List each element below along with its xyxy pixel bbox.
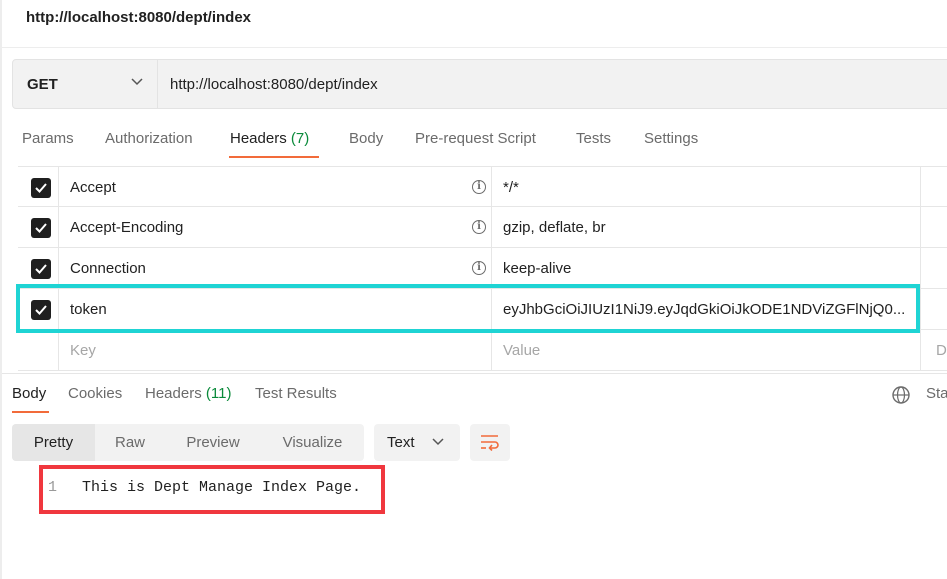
info-icon[interactable]: i (472, 180, 486, 194)
column-divider (920, 289, 921, 329)
response-highlight-box (39, 465, 385, 514)
tab-settings[interactable]: Settings (644, 130, 698, 147)
method-label: GET (27, 76, 58, 93)
url-bar: GET http://localhost:8080/dept/index (12, 59, 947, 109)
header-key[interactable]: Accept (70, 179, 116, 196)
header-key[interactable]: Connection (70, 260, 146, 277)
tab-cookies[interactable]: Cookies (68, 385, 122, 402)
tab-label: Tests (576, 130, 612, 147)
wrap-lines-button[interactable] (470, 424, 510, 461)
response-headers-count: (11) (205, 385, 232, 402)
tab-tests[interactable]: Tests (576, 130, 611, 147)
view-mode-toggle: Pretty Raw Preview Visualize (12, 424, 364, 461)
tab-response-body[interactable]: Body (12, 385, 46, 402)
tab-pre-request-script[interactable]: Pre-request Script (415, 130, 536, 147)
table-row: Accept-Encoding i gzip, deflate, br (18, 207, 947, 248)
checkbox-checked-icon[interactable] (31, 218, 51, 238)
table-row: Accept i */* (18, 166, 947, 207)
tab-test-results[interactable]: Test Results (255, 385, 337, 402)
format-dropdown[interactable]: Text (374, 424, 460, 461)
chevron-down-icon (131, 78, 143, 86)
active-tab-indicator (12, 411, 49, 413)
info-icon[interactable]: i (472, 261, 486, 275)
column-divider (920, 330, 921, 370)
checkbox-checked-icon[interactable] (31, 178, 51, 198)
tab-label: Cookies (68, 385, 123, 402)
column-divider (920, 207, 921, 247)
tab-label: Settings (644, 130, 699, 147)
format-label: Text (387, 434, 415, 451)
column-divider (491, 248, 492, 288)
header-key[interactable]: Accept-Encoding (70, 219, 183, 236)
preview-button[interactable]: Preview (165, 424, 261, 461)
checkbox-cell (18, 207, 59, 247)
table-row: Connection i keep-alive (18, 248, 947, 289)
wrap-lines-icon (481, 435, 499, 451)
column-divider (920, 167, 921, 207)
column-divider (491, 330, 492, 370)
table-row: Key Value D (18, 330, 947, 371)
tab-headers[interactable]: Headers (7) (230, 130, 309, 147)
tab-body[interactable]: Body (349, 130, 383, 147)
divider (2, 373, 947, 374)
checkbox-cell (18, 330, 59, 370)
chevron-down-icon (432, 438, 444, 446)
tab-authorization[interactable]: Authorization (105, 130, 193, 147)
token-highlight-box (16, 284, 920, 333)
column-divider (491, 167, 492, 207)
tab-response-headers[interactable]: Headers (11) (145, 385, 231, 402)
tab-label: Params (22, 130, 74, 147)
tab-label: Body (349, 130, 384, 147)
visualize-button[interactable]: Visualize (261, 424, 364, 461)
checkbox-cell (18, 248, 59, 288)
request-title: http://localhost:8080/dept/index (26, 9, 252, 26)
checkbox-checked-icon[interactable] (31, 259, 51, 279)
new-key-input[interactable]: Key (70, 342, 96, 359)
tab-label: Headers (230, 130, 287, 147)
checkbox-cell (18, 167, 59, 207)
column-divider (491, 207, 492, 247)
tab-label: Test Results (255, 385, 337, 402)
tab-label: Pre-request Script (415, 130, 536, 147)
tab-label: Authorization (105, 130, 193, 147)
method-dropdown[interactable]: GET (13, 60, 158, 108)
tab-label: Body (12, 385, 47, 402)
tab-params[interactable]: Params (22, 130, 74, 147)
raw-button[interactable]: Raw (95, 424, 165, 461)
header-value[interactable]: keep-alive (503, 260, 915, 277)
header-value[interactable]: */* (503, 179, 915, 196)
column-divider (920, 248, 921, 288)
header-value[interactable]: gzip, deflate, br (503, 219, 915, 236)
description-placeholder[interactable]: D (936, 342, 947, 359)
response-status: Sta (926, 385, 947, 402)
pretty-button[interactable]: Pretty (12, 424, 95, 461)
headers-count: (7) (290, 130, 310, 147)
active-tab-indicator (229, 156, 319, 158)
left-border (0, 0, 2, 579)
info-icon[interactable]: i (472, 220, 486, 234)
globe-icon[interactable] (891, 385, 911, 405)
url-input[interactable]: http://localhost:8080/dept/index (170, 76, 378, 93)
new-value-input[interactable]: Value (503, 342, 915, 359)
divider (2, 47, 947, 48)
tab-label: Headers (145, 385, 202, 402)
